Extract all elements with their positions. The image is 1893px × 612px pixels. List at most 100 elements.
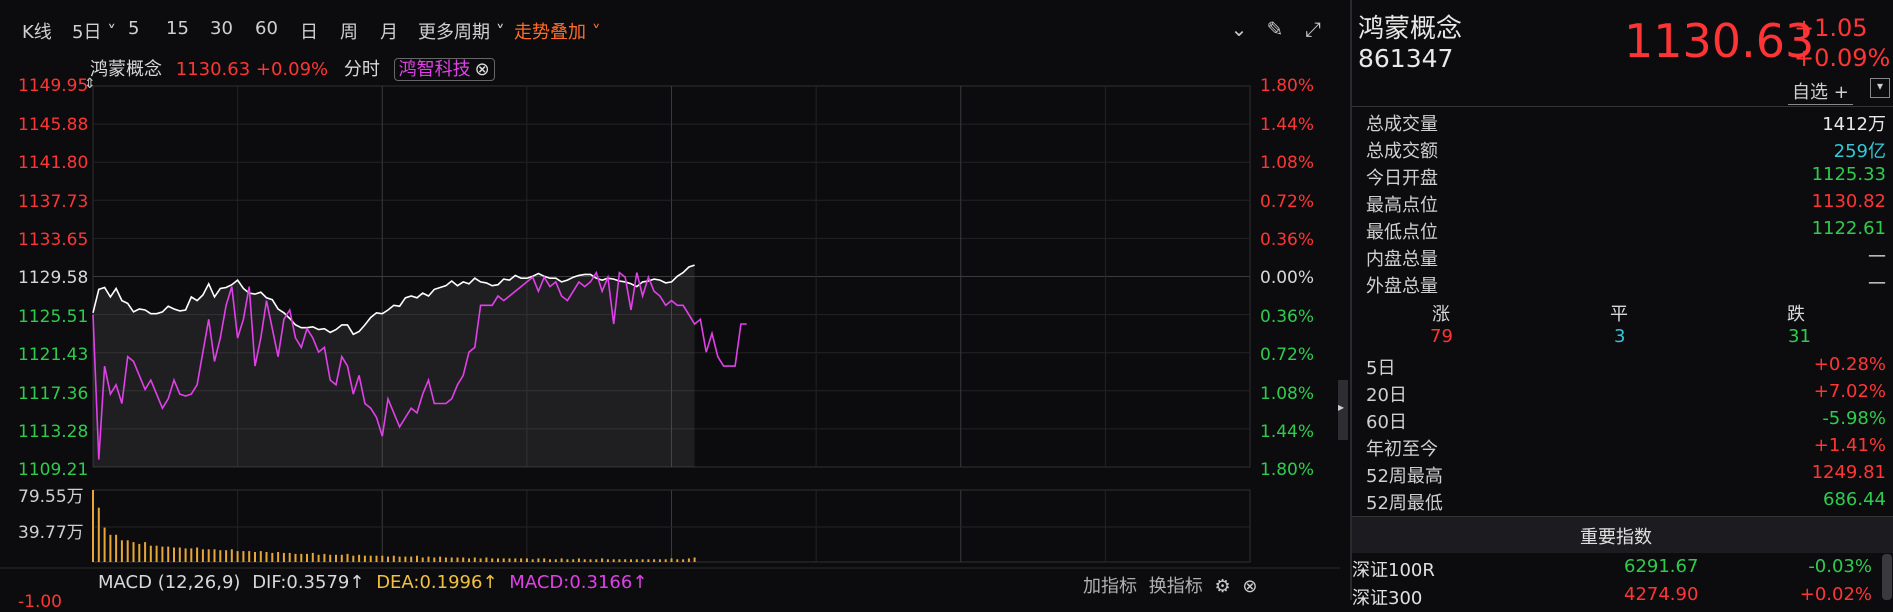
volume-bar [462, 557, 465, 562]
close-icon[interactable]: ⊗ [475, 59, 490, 80]
volume-bar [346, 553, 349, 562]
volume-bar [352, 555, 355, 562]
volume-bar [277, 552, 280, 562]
volume-bar [115, 534, 118, 562]
volume-bar [543, 558, 546, 562]
price-tick-label: 1117.36 [18, 384, 89, 404]
stat-row: 最高点位 1130.82 [1366, 191, 1886, 218]
price-tick-label: 1109.21 [18, 460, 89, 480]
chart-price-change: 1130.63 +0.09% [175, 59, 329, 80]
percent-tick-label: 0.72% [1260, 345, 1315, 365]
volume-bar [693, 557, 696, 562]
mode-label: 分时 [343, 59, 380, 80]
axis-drag-icon[interactable]: ⇕ [84, 76, 96, 92]
volume-bar [335, 554, 337, 562]
volume-bar [473, 557, 476, 562]
price-tick-label: 1145.88 [18, 115, 89, 135]
percent-tick-label: 0.36% [1260, 230, 1315, 250]
volume-bar [306, 553, 308, 562]
stat-row: 内盘总量 — [1366, 245, 1886, 272]
price-tick-label: 1125.51 [18, 307, 89, 327]
close-icon[interactable]: ⊗ [1242, 576, 1257, 597]
volume-bar [491, 558, 494, 562]
volume-bar [606, 559, 609, 562]
add-indicator-button[interactable]: 加指标 [1083, 576, 1137, 597]
macd-dif: DIF:0.3579↑ [252, 572, 364, 593]
stat-label: 今日开盘 [1366, 168, 1438, 189]
breadth-flat-label: 平 [1610, 304, 1628, 325]
volume-bar [363, 555, 366, 562]
performance-row: 年初至今 +1.41% [1366, 435, 1886, 462]
quote-code: 861347 [1358, 44, 1454, 73]
index-change: +0.02% [1799, 584, 1872, 605]
volume-bar [444, 557, 447, 562]
macd-value: MACD:0.3166↑ [509, 572, 647, 593]
volume-bar [624, 559, 627, 562]
volume-bar [687, 558, 690, 562]
volume-bar [387, 556, 389, 562]
price-tick-label: 1129.58 [18, 268, 89, 288]
index-row[interactable]: 深证300 4274.90 +0.02% [1352, 584, 1872, 612]
stat-value: 1125.33 [1811, 164, 1886, 185]
volume-bar [120, 540, 123, 562]
volume-bar [381, 555, 384, 562]
performance-label: 52周最高 [1366, 466, 1443, 487]
volume-bar [132, 542, 135, 562]
percent-tick-label: 1.80% [1260, 76, 1315, 96]
scrollbar-thumb[interactable] [1882, 554, 1892, 600]
macd-dif-value: DIF:0.3579 [252, 572, 350, 593]
volume-bar [358, 554, 361, 562]
stat-row: 今日开盘 1125.33 [1366, 164, 1886, 191]
volume-bar [525, 558, 528, 562]
chevron-down-icon[interactable]: ▾ [1870, 78, 1890, 98]
percent-tick-label: 1.08% [1260, 384, 1315, 404]
volume-bar [288, 552, 291, 562]
percent-tick-label: 0.36% [1260, 307, 1315, 327]
volume-bar [92, 490, 94, 562]
price-tick-label: 1133.65 [18, 230, 89, 250]
volume-bar [589, 559, 592, 562]
switch-indicator-button[interactable]: 换指标 [1149, 576, 1203, 597]
volume-bar [369, 555, 372, 562]
market-breadth: 涨 平 跌 79 3 31 [1352, 300, 1893, 350]
macd-dea-value: DEA:0.1996 [376, 572, 483, 593]
volume-bar [265, 552, 268, 562]
macd-params: (12,26,9) [157, 572, 241, 593]
index-value: 4274.90 [1624, 584, 1699, 605]
breadth-up-label: 涨 [1432, 304, 1450, 325]
stat-label: 总成交量 [1366, 114, 1438, 135]
stat-label: 最高点位 [1366, 195, 1438, 216]
panel-splitter-handle[interactable]: ▸ [1338, 380, 1348, 440]
watchlist-button[interactable]: 自选 + [1788, 78, 1853, 105]
index-section-header: 重要指数 [1352, 516, 1893, 553]
stat-value: 259亿 [1833, 141, 1886, 162]
stat-label: 内盘总量 [1366, 249, 1438, 270]
volume-bar [144, 542, 147, 562]
volume-bar [502, 558, 505, 562]
overlay-tag[interactable]: 鸿智科技 ⊗ [393, 58, 495, 81]
quote-name: 鸿蒙概念 [1358, 14, 1463, 44]
volume-bar [508, 558, 511, 562]
index-name: 深证100R [1352, 560, 1435, 581]
price-tick-label: 1149.95 [18, 76, 89, 96]
volume-bar [439, 556, 442, 562]
volume-bar [109, 534, 112, 562]
volume-bar [497, 558, 499, 562]
quote-change-pct: +0.09% [1794, 44, 1891, 72]
volume-bar [225, 550, 228, 562]
volume-bar [248, 551, 251, 562]
intraday-chart[interactable] [0, 0, 1340, 600]
volume-bar [583, 559, 586, 562]
performance-value: 686.44 [1823, 489, 1886, 510]
indicator-tools: 加指标 换指标 ⚙ ⊗ [1083, 572, 1257, 598]
volume-bar [97, 507, 100, 562]
index-row[interactable]: 深证100R 6291.67 -0.03% [1352, 556, 1872, 584]
macd-name[interactable]: MACD [98, 572, 152, 593]
volume-bar [658, 559, 661, 562]
volume-bar [149, 545, 152, 562]
volume-bar [664, 559, 667, 562]
volume-bar [213, 549, 216, 562]
gear-icon[interactable]: ⚙ [1214, 576, 1230, 597]
percent-tick-label: 1.08% [1260, 153, 1315, 173]
volume-bar [520, 558, 523, 562]
